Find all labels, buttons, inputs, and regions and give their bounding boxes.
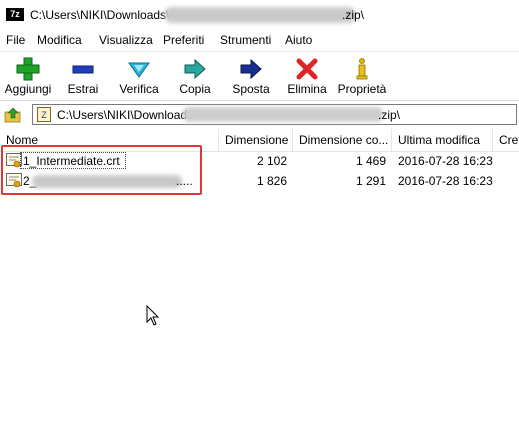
info-label: Proprietà: [337, 82, 387, 96]
menu-visualizza[interactable]: Visualizza: [99, 33, 153, 47]
info-icon: [356, 58, 368, 80]
mouse-cursor-icon: [146, 305, 160, 326]
move-arrow-icon: [240, 58, 262, 80]
svg-text:Z: Z: [41, 110, 47, 120]
column-packed-size[interactable]: Dimensione co...: [293, 129, 392, 151]
copy-arrow-icon: [184, 58, 206, 80]
delete-button[interactable]: Elimina: [282, 52, 332, 100]
move-label: Sposta: [232, 82, 270, 96]
file-modified: 2016-07-28 16:23: [398, 154, 493, 168]
copy-button[interactable]: Copia: [172, 52, 218, 100]
move-button[interactable]: Sposta: [226, 52, 276, 100]
zip-icon: Z: [37, 107, 51, 122]
extract-button[interactable]: Estrai: [60, 52, 106, 100]
menu-file[interactable]: File: [6, 33, 25, 47]
highlight-box: [1, 145, 202, 195]
delete-x-icon: [296, 58, 318, 80]
title-bar: 7z C:\Users\NIKI\Downloads\ .zip\: [0, 0, 519, 30]
menu-aiuto[interactable]: Aiuto: [285, 33, 312, 47]
menu-bar: File Modifica Visualizza Preferiti Strum…: [0, 30, 519, 50]
path-suffix: .zip\: [378, 108, 401, 122]
window-title-suffix: .zip\: [342, 8, 365, 22]
app-7z-icon: 7z: [6, 8, 24, 21]
add-button[interactable]: Aggiungi: [0, 52, 56, 100]
check-down-icon: [128, 62, 150, 78]
menu-strumenti[interactable]: Strumenti: [220, 33, 271, 47]
file-modified: 2016-07-28 16:23: [398, 174, 493, 188]
path-input[interactable]: Z C:\Users\NIKI\Downloads\ .zip\: [32, 104, 517, 125]
info-button[interactable]: Proprietà: [334, 52, 390, 100]
extract-label: Estrai: [67, 82, 99, 96]
delete-label: Elimina: [287, 82, 327, 96]
add-label: Aggiungi: [4, 82, 52, 96]
test-button[interactable]: Verifica: [112, 52, 166, 100]
test-label: Verifica: [119, 82, 159, 96]
path-redacted: [183, 107, 383, 122]
file-size: 2 102: [256, 154, 287, 168]
title-redacted: [165, 7, 355, 23]
path-text: C:\Users\NIKI\Downloads\: [57, 108, 197, 122]
toolbar: Aggiungi Estrai Verifica Copia Sposta El…: [0, 51, 519, 100]
window-title: C:\Users\NIKI\Downloads\: [30, 8, 170, 22]
column-size[interactable]: Dimensione: [219, 129, 293, 151]
menu-modifica[interactable]: Modifica: [37, 33, 82, 47]
minus-icon: [72, 65, 94, 74]
copy-label: Copia: [179, 82, 211, 96]
folder-up-icon[interactable]: [4, 107, 22, 123]
column-created[interactable]: Cre: [493, 129, 519, 151]
menu-preferiti[interactable]: Preferiti: [163, 33, 204, 47]
plus-icon: [16, 57, 40, 81]
file-packed-size: 1 291: [355, 174, 386, 188]
address-bar: Z C:\Users\NIKI\Downloads\ .zip\: [0, 100, 519, 129]
file-packed-size: 1 469: [355, 154, 386, 168]
column-modified[interactable]: Ultima modifica: [392, 129, 493, 151]
file-size: 1 826: [256, 174, 287, 188]
